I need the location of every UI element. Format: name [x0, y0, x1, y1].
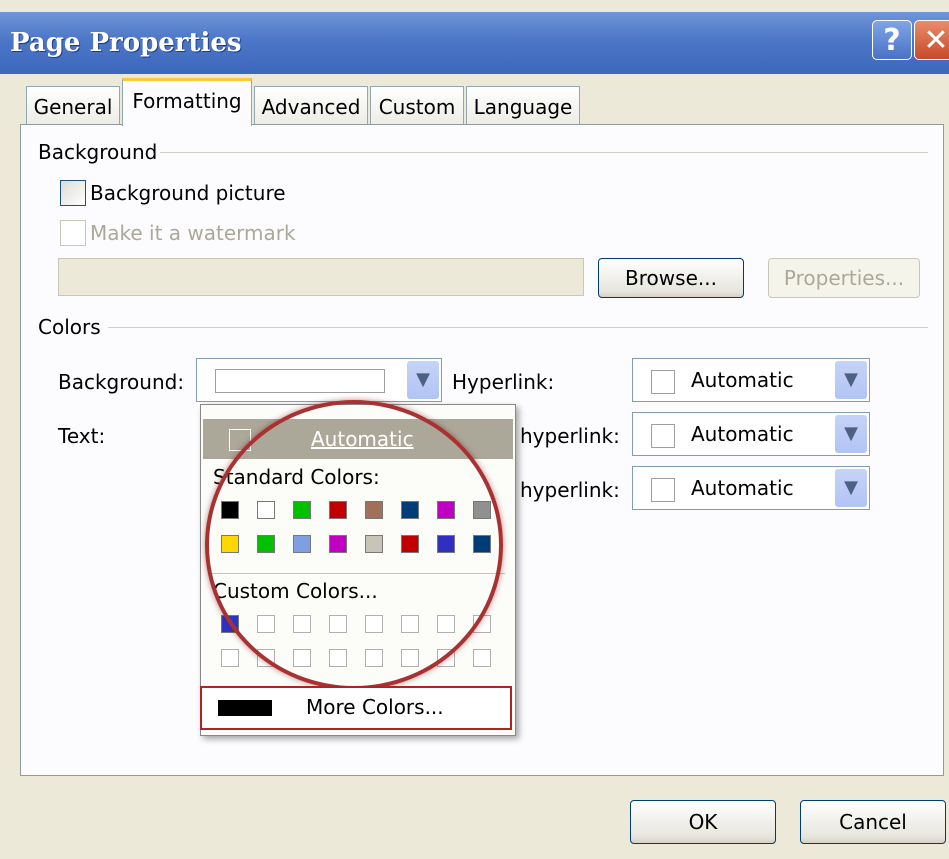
tab-label: General: [33, 95, 113, 119]
custom-colors-link[interactable]: Custom Colors...: [213, 579, 378, 603]
background-group-divider: [160, 152, 928, 153]
empty-color-slot[interactable]: [257, 649, 275, 667]
color-swatch[interactable]: [473, 501, 491, 519]
color-swatch[interactable]: [473, 535, 491, 553]
color-swatch[interactable]: [221, 535, 239, 553]
background-picture-checkbox[interactable]: [60, 180, 86, 206]
tab-label: Formatting: [132, 89, 242, 113]
color-swatch[interactable]: [365, 501, 383, 519]
active-hyperlink-label: hyperlink:: [520, 478, 620, 502]
visited-hyperlink-value: Automatic: [691, 422, 794, 446]
more-colors-label: More Colors...: [306, 695, 444, 719]
tab-label: Language: [473, 95, 573, 119]
color-swatch[interactable]: [401, 535, 419, 553]
page-properties-dialog: Page Properties ? ✕ General Formatting A…: [0, 0, 949, 859]
tab-formatting[interactable]: Formatting: [122, 78, 252, 126]
browse-label: Browse...: [625, 266, 717, 290]
background-color-combo[interactable]: ▼: [196, 358, 442, 402]
color-swatch[interactable]: [329, 501, 347, 519]
color-swatch[interactable]: [329, 535, 347, 553]
picker-divider: [209, 573, 505, 574]
hyperlink-color-swatch: [651, 370, 675, 394]
background-color-swatch: [215, 369, 385, 393]
background-picture-label: Background picture: [90, 181, 286, 205]
color-swatch[interactable]: [437, 535, 455, 553]
tab-advanced[interactable]: Advanced: [254, 86, 368, 126]
visited-hyperlink-swatch: [651, 424, 675, 448]
automatic-color-option[interactable]: Automatic: [203, 419, 513, 459]
chevron-down-icon[interactable]: ▼: [835, 415, 867, 453]
automatic-option-label: Automatic: [311, 427, 414, 451]
color-swatch[interactable]: [401, 501, 419, 519]
color-swatch[interactable]: [221, 501, 239, 519]
hyperlink-color-label: Hyperlink:: [452, 370, 555, 394]
empty-color-slot[interactable]: [401, 615, 419, 633]
visited-hyperlink-label: hyperlink:: [520, 424, 620, 448]
color-swatch[interactable]: [257, 535, 275, 553]
tab-label: Advanced: [261, 95, 361, 119]
colors-group-label: Colors: [38, 315, 101, 339]
empty-color-slot[interactable]: [365, 615, 383, 633]
empty-color-slot[interactable]: [401, 649, 419, 667]
title-bar[interactable]: Page Properties ? ✕: [0, 12, 949, 74]
active-hyperlink-combo[interactable]: Automatic ▼: [632, 466, 870, 510]
tab-label: Custom: [378, 95, 456, 119]
help-icon: ?: [883, 23, 901, 58]
text-color-label: Text:: [58, 424, 106, 448]
tab-general[interactable]: General: [26, 86, 120, 126]
color-swatch[interactable]: [437, 501, 455, 519]
empty-color-slot[interactable]: [329, 649, 347, 667]
color-swatch[interactable]: [221, 615, 239, 633]
more-colors-option[interactable]: More Colors...: [200, 686, 512, 730]
hyperlink-color-value: Automatic: [691, 368, 794, 392]
empty-color-slot[interactable]: [257, 615, 275, 633]
standard-colors-heading: Standard Colors:: [213, 465, 380, 489]
close-icon: ✕: [923, 23, 949, 58]
chevron-down-icon[interactable]: ▼: [407, 361, 439, 399]
cancel-button[interactable]: Cancel: [800, 800, 946, 844]
color-swatch[interactable]: [257, 501, 275, 519]
picture-path-input[interactable]: [58, 258, 584, 296]
tab-custom[interactable]: Custom: [370, 86, 464, 126]
background-color-label: Background:: [58, 370, 185, 394]
empty-color-slot[interactable]: [221, 649, 239, 667]
watermark-checkbox[interactable]: [60, 220, 86, 246]
color-swatch[interactable]: [293, 535, 311, 553]
color-swatch[interactable]: [365, 535, 383, 553]
tab-language[interactable]: Language: [466, 86, 580, 126]
colors-group-divider: [108, 327, 928, 328]
properties-button[interactable]: Properties...: [768, 258, 920, 298]
ok-label: OK: [688, 810, 718, 834]
active-hyperlink-value: Automatic: [691, 476, 794, 500]
empty-color-slot[interactable]: [365, 649, 383, 667]
automatic-swatch: [229, 429, 251, 451]
active-hyperlink-swatch: [651, 478, 675, 502]
empty-color-slot[interactable]: [437, 649, 455, 667]
browse-button[interactable]: Browse...: [598, 258, 744, 298]
help-button[interactable]: ?: [872, 20, 912, 60]
empty-color-slot[interactable]: [329, 615, 347, 633]
window-title: Page Properties: [10, 28, 242, 58]
empty-color-slot[interactable]: [473, 615, 491, 633]
empty-color-slot[interactable]: [293, 649, 311, 667]
hyperlink-color-combo[interactable]: Automatic ▼: [632, 358, 870, 402]
chevron-down-icon[interactable]: ▼: [835, 469, 867, 507]
ok-button[interactable]: OK: [630, 800, 776, 844]
cancel-label: Cancel: [839, 810, 907, 834]
empty-color-slot[interactable]: [437, 615, 455, 633]
close-button[interactable]: ✕: [914, 20, 949, 60]
chevron-down-icon[interactable]: ▼: [835, 361, 867, 399]
visited-hyperlink-combo[interactable]: Automatic ▼: [632, 412, 870, 456]
color-swatch[interactable]: [293, 501, 311, 519]
properties-label: Properties...: [783, 266, 905, 290]
background-group-label: Background: [38, 140, 158, 164]
watermark-label: Make it a watermark: [90, 221, 296, 245]
empty-color-slot[interactable]: [473, 649, 491, 667]
more-colors-swatch: [218, 700, 272, 716]
empty-color-slot[interactable]: [293, 615, 311, 633]
